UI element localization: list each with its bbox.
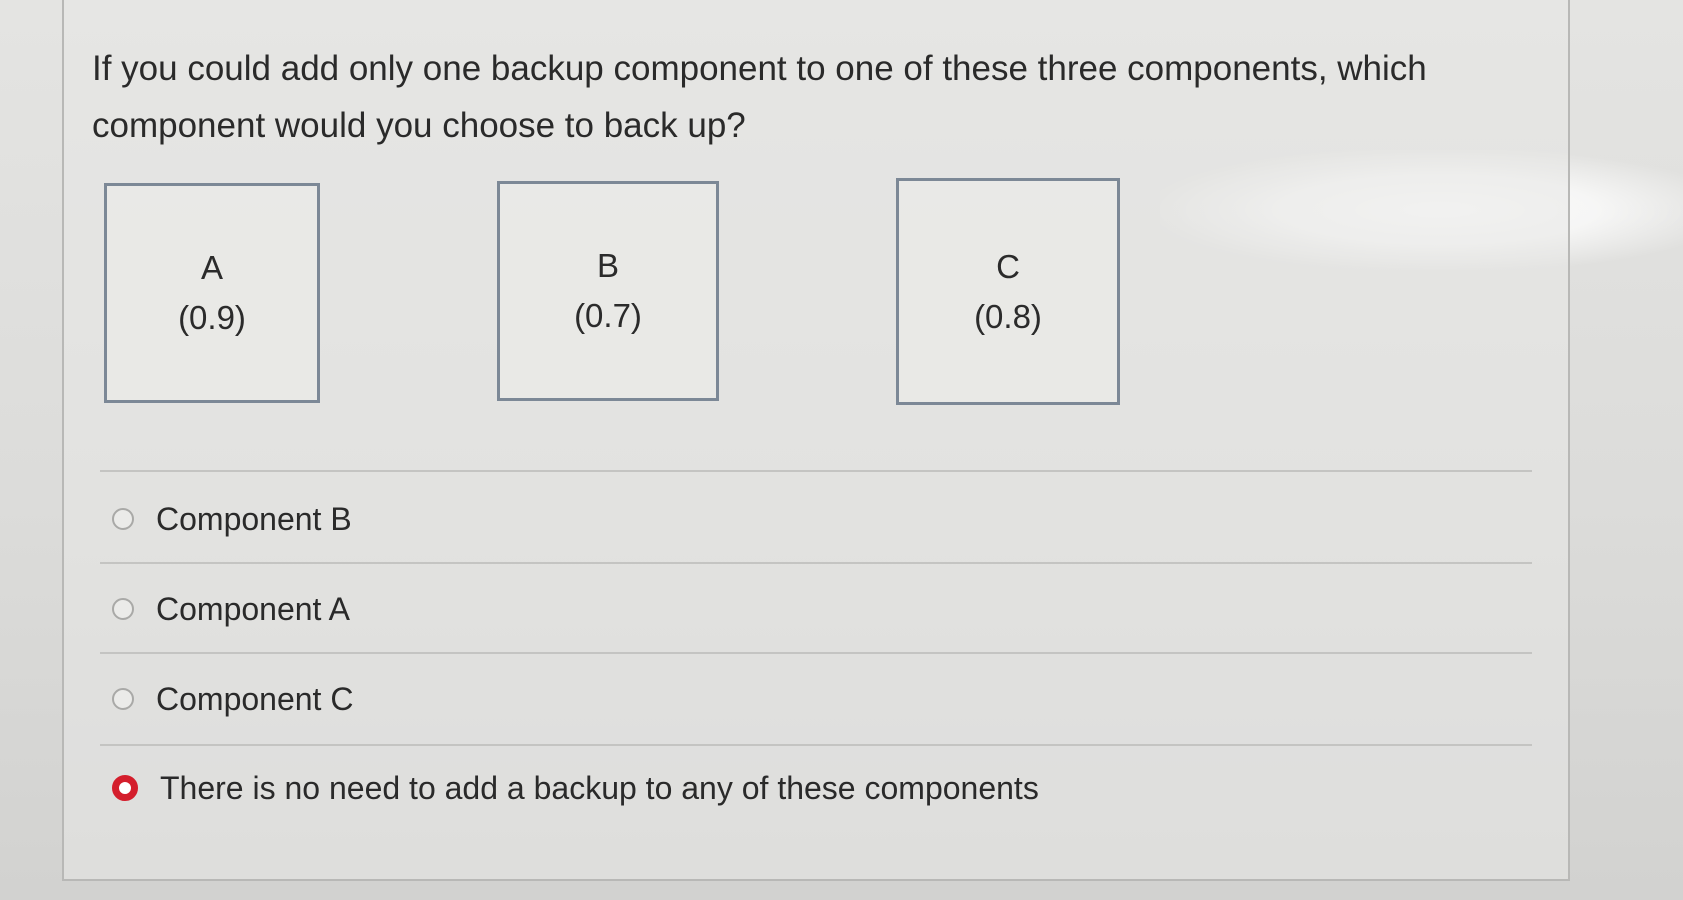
- radio-button[interactable]: [112, 598, 134, 620]
- option-label: Component B: [156, 500, 352, 537]
- question-text: If you could add only one backup compone…: [92, 49, 1427, 145]
- component-box-a: A (0.9): [104, 183, 320, 403]
- option-divider: [100, 652, 1532, 654]
- component-box-c: C (0.8): [896, 178, 1120, 405]
- answer-option-component-b[interactable]: Component B: [112, 497, 352, 541]
- option-label: Component A: [156, 590, 350, 627]
- radio-button[interactable]: [112, 508, 134, 530]
- radio-button[interactable]: [112, 688, 134, 710]
- screen: If you could add only one backup compone…: [0, 0, 1683, 900]
- option-label: There is no need to add a backup to any …: [160, 769, 1039, 806]
- answer-option-no-backup[interactable]: There is no need to add a backup to any …: [112, 766, 1039, 810]
- component-name: A: [200, 249, 223, 286]
- option-label: Component C: [156, 680, 354, 717]
- radio-button-selected[interactable]: [112, 775, 138, 801]
- component-reliability: (0.7): [574, 297, 642, 334]
- component-reliability: (0.8): [974, 297, 1042, 335]
- component-name: C: [996, 247, 1020, 285]
- answer-option-component-a[interactable]: Component A: [112, 587, 350, 631]
- component-reliability: (0.9): [178, 299, 246, 336]
- option-divider: [100, 470, 1532, 472]
- answer-option-component-c[interactable]: Component C: [112, 677, 353, 721]
- component-box-b: B (0.7): [497, 181, 719, 401]
- option-divider: [100, 744, 1532, 746]
- option-divider: [100, 562, 1532, 564]
- component-name: B: [596, 247, 619, 284]
